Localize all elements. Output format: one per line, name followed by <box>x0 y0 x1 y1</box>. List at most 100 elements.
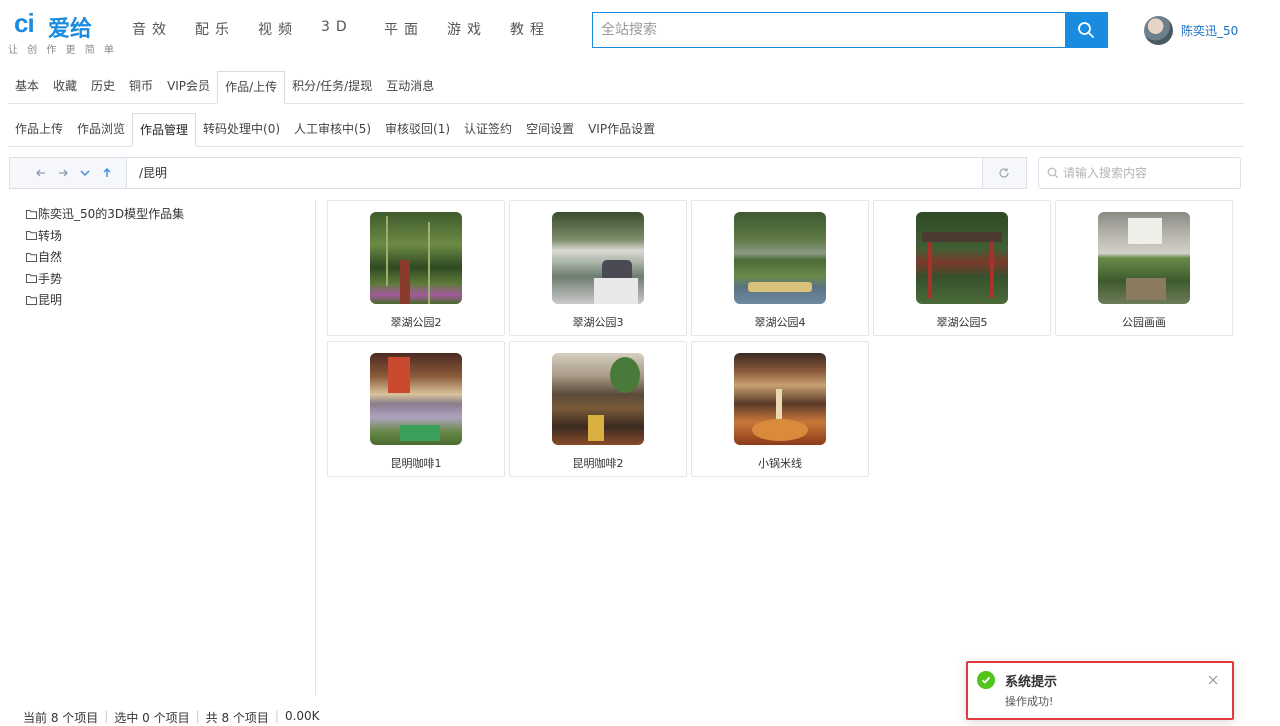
tree-item-kunming[interactable]: 昆明 <box>26 289 184 311</box>
nav-item-3d[interactable]: 3D <box>321 19 384 39</box>
tab-vip-settings[interactable]: VIP作品设置 <box>581 113 662 147</box>
logo-mark-icon: ci <box>14 8 35 38</box>
toast-message: 操作成功! <box>1005 695 1054 708</box>
tab-rejected[interactable]: 审核驳回(1) <box>378 113 457 147</box>
tab-basic[interactable]: 基本 <box>8 71 46 104</box>
status-size: 0.00K <box>284 709 320 723</box>
refresh-icon <box>999 168 1009 178</box>
path-nav-buttons <box>10 158 126 188</box>
file-card[interactable]: 昆明咖啡2 <box>509 341 687 477</box>
site-logo[interactable]: ci 爱给 让 创 作 更 简 单 <box>8 8 118 56</box>
tab-vip[interactable]: VIP会员 <box>160 71 217 104</box>
secondary-tabs: 作品上传 作品浏览 作品管理 转码处理中(0) 人工审核中(5) 审核驳回(1)… <box>8 113 1244 147</box>
path-field[interactable]: /昆明 <box>126 158 983 188</box>
tree-item-root[interactable]: 陈奕迅_50的3D模型作品集 <box>26 203 184 225</box>
search-button[interactable] <box>1065 13 1107 47</box>
main-nav: 音效 配乐 视频 3D 平面 游戏 教程 <box>132 19 573 39</box>
tree-item-label: 自然 <box>38 250 63 265</box>
user-menu[interactable]: 陈奕迅_50 <box>1144 16 1238 45</box>
folder-icon <box>26 209 37 219</box>
photo-lake-boats-thumbnail <box>734 212 826 304</box>
tree-item-label: 转场 <box>38 228 63 243</box>
top-header: ci 爱给 让 创 作 更 简 单 音效 配乐 视频 3D 平面 游戏 教程 陈… <box>0 0 1280 60</box>
file-search-input[interactable] <box>1063 158 1238 188</box>
logo-slogan: 让 创 作 更 简 单 <box>8 45 117 56</box>
nav-item-video[interactable]: 视频 <box>258 19 321 39</box>
nav-item-game[interactable]: 游戏 <box>447 19 510 39</box>
search-icon <box>1047 167 1059 179</box>
username[interactable]: 陈奕迅_50 <box>1181 22 1238 39</box>
photo-bamboo-park-thumbnail <box>370 212 462 304</box>
primary-tabs: 基本 收藏 历史 铜币 VIP会员 作品/上传 积分/任务/提现 互动消息 <box>8 71 1244 104</box>
arrow-right-icon <box>59 169 68 177</box>
file-card[interactable]: 翠湖公园3 <box>509 200 687 336</box>
status-separator: | <box>274 709 279 723</box>
file-card[interactable]: 翠湖公园5 <box>873 200 1051 336</box>
logo-name: 爱给 <box>48 17 93 42</box>
file-name: 昆明咖啡2 <box>572 457 624 470</box>
tree-item-nature[interactable]: 自然 <box>26 246 184 268</box>
tab-certification[interactable]: 认证签约 <box>457 113 519 147</box>
back-button[interactable] <box>30 163 52 183</box>
photo-painting-thumbnail <box>1098 212 1190 304</box>
file-card[interactable]: 翠湖公园4 <box>691 200 869 336</box>
file-name: 翠湖公园5 <box>936 316 988 329</box>
arrow-left-icon <box>36 169 45 177</box>
up-button[interactable] <box>96 163 118 183</box>
folder-icon <box>26 252 37 262</box>
tab-upload-work[interactable]: 作品上传 <box>8 113 70 147</box>
status-total: 共 8 个项目 <box>205 711 269 725</box>
tab-history[interactable]: 历史 <box>84 71 122 104</box>
nav-item-tutorial[interactable]: 教程 <box>510 19 573 39</box>
global-search-input[interactable] <box>593 13 1066 47</box>
forward-button[interactable] <box>52 163 74 183</box>
file-name: 公园画画 <box>1122 316 1166 329</box>
file-card[interactable]: 小锅米线 <box>691 341 869 477</box>
search-icon <box>1078 22 1094 38</box>
chevron-down-icon <box>80 170 90 177</box>
photo-noodles-thumbnail <box>734 353 826 445</box>
global-search <box>592 12 1108 48</box>
tree-item-label: 手势 <box>38 271 63 286</box>
file-name: 小锅米线 <box>758 457 802 470</box>
file-search <box>1038 157 1241 189</box>
photo-pavilion-thumbnail <box>916 212 1008 304</box>
nav-item-music[interactable]: 配乐 <box>195 19 258 39</box>
tab-transcoding[interactable]: 转码处理中(0) <box>196 113 287 147</box>
tab-points-tasks[interactable]: 积分/任务/提现 <box>285 71 379 104</box>
folder-icon <box>26 231 37 241</box>
nav-item-sound[interactable]: 音效 <box>132 19 195 39</box>
tab-messages[interactable]: 互动消息 <box>379 71 441 104</box>
file-name: 翠湖公园3 <box>572 316 624 329</box>
folder-icon <box>26 295 37 305</box>
tab-manual-review[interactable]: 人工审核中(5) <box>287 113 378 147</box>
status-separator: | <box>104 709 109 723</box>
tab-browse-works[interactable]: 作品浏览 <box>70 113 132 147</box>
avatar[interactable] <box>1144 16 1173 45</box>
file-card[interactable]: 翠湖公园2 <box>327 200 505 336</box>
tab-works-upload[interactable]: 作品/上传 <box>217 71 286 104</box>
photo-lake-birds-thumbnail <box>552 212 644 304</box>
tab-manage-works[interactable]: 作品管理 <box>132 113 197 147</box>
toast-notification: 系统提示 操作成功! <box>966 661 1234 720</box>
panel-divider <box>315 200 316 695</box>
photo-cafe-interior-thumbnail <box>370 353 462 445</box>
tab-space-settings[interactable]: 空间设置 <box>519 113 581 147</box>
status-selected: 选中 0 个项目 <box>114 711 190 725</box>
photo-cafe-books-thumbnail <box>552 353 644 445</box>
tab-favorites[interactable]: 收藏 <box>46 71 84 104</box>
tree-item-transition[interactable]: 转场 <box>26 225 184 247</box>
file-card[interactable]: 昆明咖啡1 <box>327 341 505 477</box>
tab-coins[interactable]: 铜币 <box>122 71 160 104</box>
dropdown-button[interactable] <box>74 163 96 183</box>
close-icon[interactable] <box>1206 673 1220 687</box>
file-name: 昆明咖啡1 <box>390 457 442 470</box>
refresh-button[interactable] <box>982 158 1026 188</box>
file-card[interactable]: 公园画画 <box>1055 200 1233 336</box>
file-name: 翠湖公园2 <box>390 316 442 329</box>
status-bar: 当前 8 个项目 | 选中 0 个项目 | 共 8 个项目 | 0.00K <box>23 709 320 726</box>
tree-item-gesture[interactable]: 手势 <box>26 268 184 290</box>
path-bar: /昆明 <box>9 157 1027 189</box>
nav-item-graphic[interactable]: 平面 <box>384 19 447 39</box>
status-current: 当前 8 个项目 <box>23 711 99 725</box>
